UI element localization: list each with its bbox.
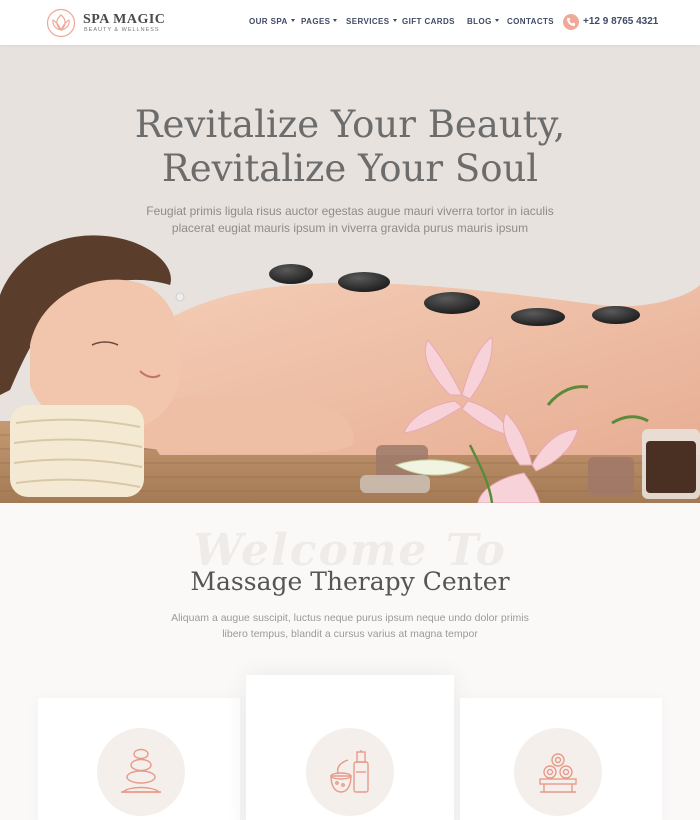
welcome-text: Aliquam a augue suscipit, luctus neque p… (160, 610, 540, 642)
nav-item-label: PAGES (301, 17, 331, 26)
nav-item-pages[interactable]: PAGES (301, 17, 338, 26)
nav-item-label: SERVICES (346, 17, 390, 26)
nav-item-services[interactable]: SERVICES (346, 17, 397, 26)
icon-circle (514, 728, 602, 816)
hero-banner: Revitalize Your Beauty, Revitalize Your … (0, 45, 700, 503)
chevron-down-icon (333, 19, 338, 23)
hero-title-line: Revitalize Your Soul (161, 147, 539, 190)
stacked-stones-icon (121, 748, 161, 793)
welcome-section: Welcome To Massage Therapy Center Aliqua… (0, 503, 700, 820)
icon-circle (97, 728, 185, 816)
lotus-icon (46, 8, 76, 38)
brand-tagline: BEAUTY & WELLNESS (84, 27, 160, 33)
site-header: SPA MAGIC BEAUTY & WELLNESS OUR SPA PAGE… (0, 0, 700, 45)
hero-subtitle-line: placerat eugiat mauris ipsum in viverra … (171, 221, 529, 235)
service-card[interactable] (460, 698, 662, 820)
welcome-title: Massage Therapy Center (190, 567, 510, 596)
welcome-text-line: Aliquam a augue suscipit, luctus neque p… (171, 612, 529, 624)
rolled-towels-icon (539, 753, 577, 793)
nav-item-label: OUR SPA (249, 17, 288, 26)
brand-logo[interactable]: SPA MAGIC BEAUTY & WELLNESS (46, 8, 165, 38)
chevron-down-icon (392, 19, 397, 23)
phone-icon[interactable] (563, 14, 579, 30)
hero-title: Revitalize Your Beauty, Revitalize Your … (0, 103, 700, 191)
brand-name: SPA MAGIC (83, 12, 166, 27)
nav-item-label: GIFT CARDS (402, 17, 455, 26)
icon-circle (306, 728, 394, 816)
hero-title-line: Revitalize Your Beauty, (134, 103, 566, 146)
nav-item-label: BLOG (467, 17, 492, 26)
hero-subtitle: Feugiat primis ligula risus auctor egest… (140, 203, 560, 237)
service-card[interactable] (38, 698, 240, 820)
towel (10, 405, 144, 497)
chevron-down-icon (494, 19, 499, 23)
service-card[interactable] (246, 675, 454, 820)
nav-item-contacts[interactable]: CONTACTS (507, 17, 554, 26)
nav-item-gift-cards[interactable]: GIFT CARDS (402, 17, 455, 26)
nav-item-our-spa[interactable]: OUR SPA (249, 17, 295, 26)
hero-subtitle-line: Feugiat primis ligula risus auctor egest… (146, 204, 554, 218)
nav-item-label: CONTACTS (507, 17, 555, 26)
nav-item-blog[interactable]: BLOG (467, 17, 499, 26)
welcome-text-line: libero tempus, blandit a cursus varius a… (222, 628, 478, 640)
chevron-down-icon (290, 19, 295, 23)
phone-number[interactable]: +12 9 8765 4321 (583, 16, 658, 27)
spa-products-icon (330, 750, 369, 793)
